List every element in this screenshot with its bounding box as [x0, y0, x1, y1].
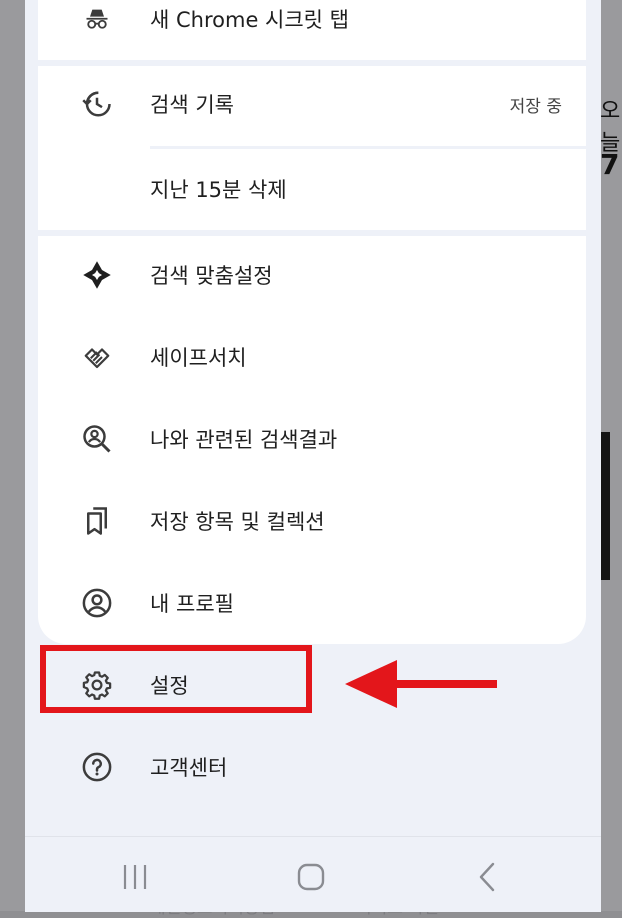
settings-highlight-box [40, 645, 312, 713]
menu-item-label: 새 Chrome 시크릿 탭 [150, 8, 349, 32]
recents-icon [123, 865, 147, 889]
person-search-icon [82, 424, 112, 454]
menu-item-label: 지난 15분 삭제 [150, 178, 287, 202]
account-circle-icon [82, 588, 112, 618]
menu-item-label: 검색 기록 [150, 93, 234, 117]
sparkle-icon [82, 260, 112, 290]
menu-item-safesearch[interactable]: 세이프서치 [38, 317, 586, 397]
help-icon [82, 752, 112, 782]
back-icon [479, 862, 495, 892]
menu-item-label: 나와 관련된 검색결과 [150, 428, 338, 452]
background-text-2: 7: [600, 148, 622, 181]
back-button[interactable] [467, 857, 507, 897]
incognito-icon [82, 4, 112, 34]
menu-item-label: 검색 맞춤설정 [150, 264, 273, 288]
bookmarks-icon [82, 506, 112, 536]
home-icon [297, 863, 325, 891]
menu-item-label: 저장 항목 및 컬렉션 [150, 510, 325, 534]
menu-item-label: 고객센터 [150, 756, 228, 780]
menu-item-label: 세이프서치 [150, 346, 247, 370]
menu-item-saves[interactable]: 저장 항목 및 컬렉션 [38, 481, 586, 561]
menu-item-results-about-you[interactable]: 나와 관련된 검색결과 [38, 399, 586, 479]
menu-item-help[interactable]: 고객센터 [38, 727, 586, 807]
recents-button[interactable] [115, 857, 155, 897]
menu-item-profile[interactable]: 내 프로필 [38, 563, 586, 643]
menu-item-incognito[interactable]: 새 Chrome 시크릿 탭 [38, 0, 586, 59]
system-nav-bar [25, 836, 601, 912]
menu-item-history[interactable]: 검색 기록 저장 중 [38, 64, 586, 144]
history-icon [82, 89, 112, 119]
menu-item-label: 내 프로필 [150, 592, 234, 616]
menu-item-delete-recent[interactable]: 지난 15분 삭제 [38, 149, 586, 229]
annotation-arrow-icon [345, 660, 497, 708]
history-status: 저장 중 [509, 96, 562, 117]
menu-item-personalization[interactable]: 검색 맞춤설정 [38, 235, 586, 315]
safesearch-icon [82, 342, 112, 372]
home-button[interactable] [291, 857, 331, 897]
